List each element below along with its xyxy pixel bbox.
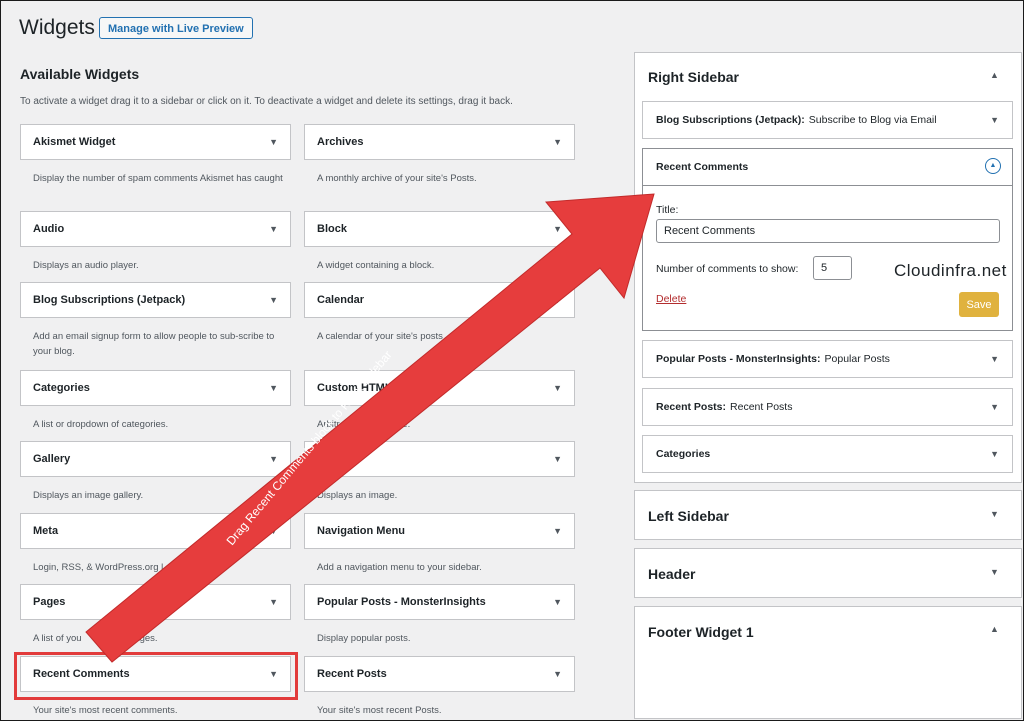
arrow-shape [85, 193, 655, 663]
drag-annotation-arrow: Drag Recent Comments block to Right Side… [85, 193, 655, 663]
